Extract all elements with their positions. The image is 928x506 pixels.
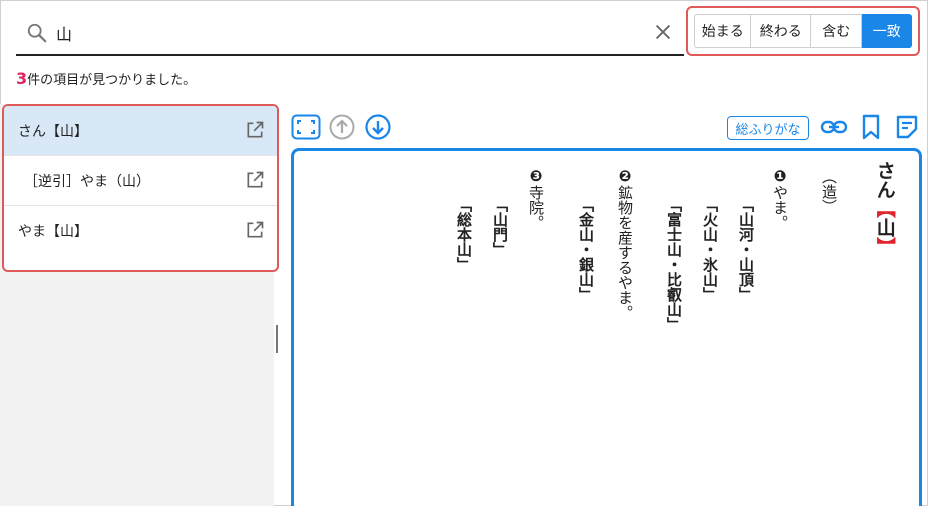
list-item-label: さん【山】 <box>18 123 88 140</box>
headword-close-bracket: 】 <box>873 237 896 256</box>
search-input[interactable] <box>56 18 616 48</box>
search-bar <box>16 8 684 56</box>
link-icon[interactable] <box>820 114 848 140</box>
example-2: 「火山・氷山」 <box>701 197 719 302</box>
result-count-text: 件の項目が見つかりました。 <box>27 73 197 88</box>
open-external-icon[interactable] <box>245 220 265 240</box>
headword-open-bracket: 【 <box>873 199 896 218</box>
sense-2-marker: ❷ <box>616 167 634 185</box>
list-item-label: やま【山】 <box>18 224 88 240</box>
fit-view-icon[interactable] <box>291 114 321 140</box>
list-item-label: ［逆引］やま（山） <box>24 173 150 190</box>
open-external-icon[interactable] <box>245 120 265 140</box>
example-6: 「総本山」 <box>455 197 473 272</box>
headword-kanji: 山 <box>873 218 896 237</box>
pane-splitter[interactable] <box>276 325 278 353</box>
entry-headword: さん【山】 <box>873 161 896 256</box>
entry-panel: さん【山】 （造） ❶やま。 「山河・山頂」 「火山・氷山」 「富士山・比叡山」… <box>291 148 922 506</box>
result-list: さん【山】 ［逆引］やま（山） やま【山】 <box>2 104 279 272</box>
entry-kind: （造） <box>820 169 838 214</box>
sense-1-text: やま。 <box>771 185 789 230</box>
list-item[interactable]: さん【山】 <box>4 106 277 156</box>
entry-reading: さん <box>873 161 896 199</box>
sense-1-marker: ❶ <box>771 167 789 185</box>
close-icon[interactable] <box>652 21 674 43</box>
list-item[interactable]: やま【山】 <box>4 206 277 256</box>
sense-2: ❷鉱物を産するやま。 <box>616 167 634 320</box>
sense-3: ❸寺院。 <box>527 167 545 230</box>
list-item[interactable]: ［逆引］やま（山） <box>4 156 277 206</box>
sense-3-text: 寺院。 <box>527 185 545 230</box>
example-3: 「富士山・比叡山」 <box>665 197 683 332</box>
mode-contains-button[interactable]: 含む <box>810 14 863 48</box>
result-count-number: 3 <box>16 69 28 88</box>
bookmark-icon[interactable] <box>860 114 882 140</box>
example-1: 「山河・山頂」 <box>737 197 755 302</box>
scroll-up-icon[interactable] <box>329 114 355 140</box>
search-icon <box>27 23 47 43</box>
scroll-down-icon[interactable] <box>365 114 391 140</box>
mode-starts-button[interactable]: 始まる <box>694 14 752 48</box>
open-external-icon[interactable] <box>245 170 265 190</box>
sense-2-text: 鉱物を産するやま。 <box>616 185 634 320</box>
note-icon[interactable] <box>895 114 919 140</box>
example-4: 「金山・銀山」 <box>577 197 595 302</box>
match-mode-group: 始まる 終わる 含む 一致 <box>686 6 920 56</box>
mode-exact-button[interactable]: 一致 <box>862 14 913 48</box>
sense-1: ❶やま。 <box>771 167 789 230</box>
sense-3-marker: ❸ <box>527 167 545 185</box>
furigana-toggle-button[interactable]: 総ふりがな <box>727 116 809 140</box>
mode-ends-button[interactable]: 終わる <box>751 14 811 48</box>
result-count: 3件の項目が見つかりました。 <box>16 69 196 88</box>
example-5: 「山門」 <box>491 197 509 257</box>
